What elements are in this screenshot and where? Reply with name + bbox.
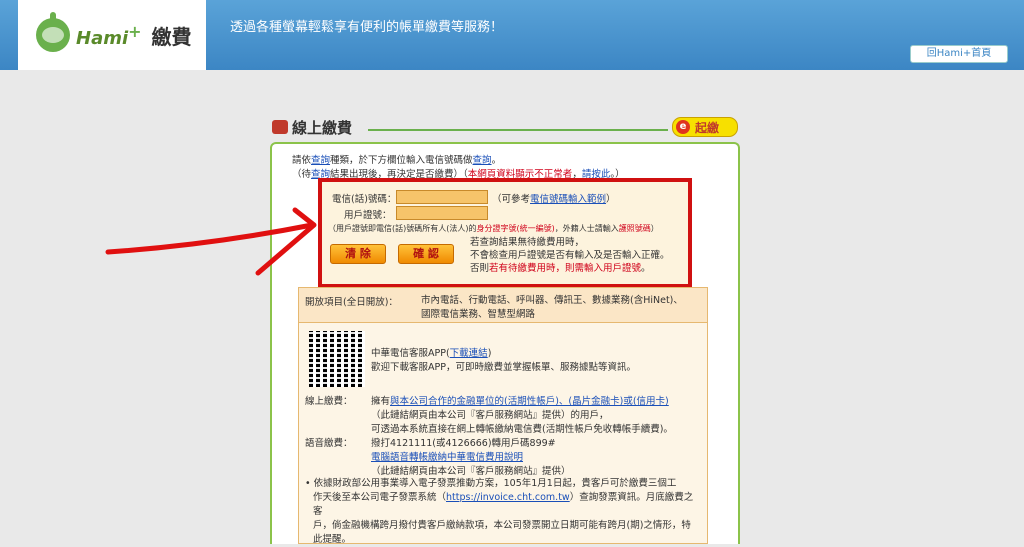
- partner-bank-link[interactable]: 與本公司合作的金融單位的(活期性帳戶)、(晶片金融卡)或(信用卡): [390, 396, 669, 407]
- phone-hint: （可參考電信號碼輸入範例）: [492, 194, 616, 205]
- id-label: 用戶證號：: [344, 210, 392, 221]
- purse-icon: [272, 120, 288, 134]
- open-items-label: 開放項目(全日開放)：: [305, 297, 398, 308]
- red-arrow-annotation: [105, 207, 317, 276]
- brand-fee: 繳費: [151, 24, 192, 49]
- start-pay-badge: e 起繳: [672, 117, 738, 137]
- form-side-note: 若查詢結果無待繳費用時， 不會檢查用戶證號是否有輸入及是否輸入正確。 否則若有待…: [470, 237, 670, 274]
- query-link-2[interactable]: 查詢: [473, 155, 492, 166]
- card-title-row: 線上繳費 e 起繳: [272, 116, 738, 138]
- info-box: 中華電信客服APP(下載連結) 歡迎下載客服APP，可即時繳費並掌握帳單、服務據…: [298, 322, 708, 545]
- e-icon: e: [676, 120, 690, 134]
- voice-pay-label: 語音繳費：: [305, 438, 353, 449]
- voice-pay-link[interactable]: 電腦語音轉帳繳納中華電信費用說明: [371, 451, 571, 465]
- id-input[interactable]: [396, 206, 488, 220]
- home-button[interactable]: 回Hami+首頁: [910, 45, 1008, 63]
- hami-logo-icon: [36, 12, 70, 52]
- app-info: 中華電信客服APP(下載連結) 歡迎下載客服APP，可即時繳費並掌握帳單、服務據…: [371, 348, 636, 373]
- tagline: 透過各種螢幕輕鬆享有便利的帳單繳費等服務！: [230, 20, 504, 35]
- title-divider: [368, 129, 668, 131]
- confirm-button[interactable]: 確 認: [398, 244, 454, 264]
- query-form: 電信(話)號碼： （可參考電信號碼輸入範例） 用戶證號： （用戶證號即電信(話)…: [318, 178, 692, 288]
- invoice-link[interactable]: https://invoice.cht.com.tw: [446, 492, 570, 503]
- open-items-box: 開放項目(全日開放)： 市內電話、行動電話、呼叫器、傳訊王、數據業務(含HiNe…: [298, 287, 708, 323]
- brand-name: Hami+: [76, 21, 142, 49]
- voice-pay-text: 撥打4121111(或4126666)轉用戶碼899# 電腦語音轉帳繳納中華電信…: [371, 438, 571, 477]
- query-link[interactable]: 查詢: [311, 155, 330, 166]
- online-pay-text: 擁有與本公司合作的金融單位的(活期性帳戶)、(晶片金融卡)或(信用卡) （此鏈結…: [371, 396, 673, 435]
- online-pay-label: 線上繳費：: [305, 396, 353, 407]
- qr-code-icon[interactable]: [309, 331, 365, 387]
- card-title: 線上繳費: [292, 119, 353, 137]
- invoice-notice: • 依據財政部公用事業導入電子發票推動方案，105年1月1日起，貴客戶可於繳費三…: [305, 478, 694, 545]
- open-items-text: 市內電話、行動電話、呼叫器、傳訊王、數據業務(含HiNet)、 國際電信業務、智…: [421, 295, 683, 320]
- phone-label: 電信(話)號碼：: [332, 194, 397, 205]
- app-download-link[interactable]: 下載連結: [450, 348, 488, 359]
- phone-input[interactable]: [396, 190, 488, 204]
- site-header: Hami+ 繳費 透過各種螢幕輕鬆享有便利的帳單繳費等服務！ 回Hami+首頁: [0, 0, 1024, 70]
- logo[interactable]: Hami+ 繳費: [18, 0, 206, 70]
- id-note: （用戶證號即電信(話)號碼所有人(法人)的身分證字號(統一編號)，外籍人士請輸入…: [328, 224, 659, 233]
- clear-button[interactable]: 清 除: [330, 244, 386, 264]
- phone-example-link[interactable]: 電信號碼輸入範例: [530, 194, 606, 205]
